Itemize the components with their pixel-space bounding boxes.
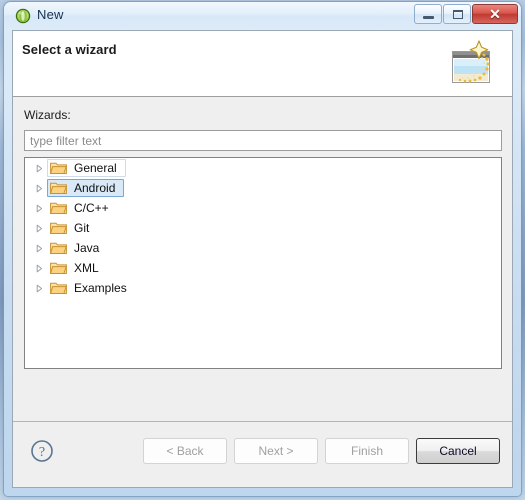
folder-icon	[50, 241, 67, 255]
folder-icon	[50, 181, 67, 195]
close-button[interactable]: ✕	[472, 4, 518, 24]
wizards-label: Wizards:	[24, 108, 71, 122]
tree-item-xml[interactable]: XML	[25, 258, 501, 278]
tree-item-content[interactable]: C/C++	[47, 199, 118, 217]
tree-item-git[interactable]: Git	[25, 218, 501, 238]
tree-item-c-c[interactable]: C/C++	[25, 198, 501, 218]
dialog-window: New ✕ Select a wizard Wizards: type filt…	[4, 2, 521, 496]
tree-item-label: XML	[74, 261, 99, 275]
expand-arrow-icon[interactable]	[32, 178, 47, 198]
tree-item-content[interactable]: Java	[47, 239, 108, 257]
page-title: Select a wizard	[22, 42, 117, 57]
tree-item-label: Android	[74, 181, 116, 195]
minimize-icon	[423, 16, 434, 19]
tree-item-android[interactable]: Android	[25, 178, 501, 198]
filter-input[interactable]: type filter text	[24, 130, 502, 151]
tree-item-label: C/C++	[74, 201, 109, 215]
wizard-header: Select a wizard	[13, 31, 512, 97]
dialog-buttons: < Back Next > Finish Cancel	[143, 438, 500, 464]
expand-arrow-icon[interactable]	[32, 258, 47, 278]
tree-item-label: General	[74, 161, 117, 175]
minimize-button[interactable]	[414, 4, 442, 24]
dialog-footer: ? < Back Next > Finish Cancel	[13, 421, 512, 487]
question-mark-icon[interactable]: ?	[30, 439, 54, 463]
window-controls: ✕	[413, 4, 518, 24]
folder-icon	[50, 201, 67, 215]
finish-button: Finish	[325, 438, 409, 464]
eclipse-new-icon	[15, 8, 31, 24]
expand-arrow-icon[interactable]	[32, 278, 47, 298]
tree-item-label: Java	[74, 241, 100, 255]
tree-item-content[interactable]: Examples	[47, 279, 136, 297]
dialog-client-area: Select a wizard Wizards: type filter tex…	[12, 30, 513, 488]
wizard-sparkle-icon	[448, 37, 504, 93]
expand-arrow-icon[interactable]	[32, 158, 47, 178]
folder-icon	[50, 281, 67, 295]
svg-text:?: ?	[39, 445, 45, 460]
title-bar[interactable]: New ✕	[4, 2, 521, 30]
tree-item-general[interactable]: General	[25, 158, 501, 178]
tree-item-java[interactable]: Java	[25, 238, 501, 258]
next-button: Next >	[234, 438, 318, 464]
tree-item-label: Git	[74, 221, 90, 235]
cancel-button[interactable]: Cancel	[416, 438, 500, 464]
folder-icon	[50, 261, 67, 275]
window-title: New	[37, 7, 64, 22]
tree-item-label: Examples	[74, 281, 127, 295]
tree-item-content[interactable]: Android	[47, 179, 125, 197]
folder-icon	[50, 221, 67, 235]
back-button: < Back	[143, 438, 227, 464]
tree-item-examples[interactable]: Examples	[25, 278, 501, 298]
expand-arrow-icon[interactable]	[32, 198, 47, 218]
expand-arrow-icon[interactable]	[32, 238, 47, 258]
tree-item-content[interactable]: XML	[47, 259, 108, 277]
maximize-button[interactable]	[443, 4, 471, 24]
folder-icon	[50, 161, 67, 175]
desktop-background: New ✕ Select a wizard Wizards: type filt…	[0, 0, 525, 500]
close-icon: ✕	[489, 6, 501, 22]
tree-item-content[interactable]: Git	[47, 219, 98, 237]
expand-arrow-icon[interactable]	[32, 218, 47, 238]
wizard-tree[interactable]: General Android C/C++ Git Java XML Examples	[24, 157, 502, 369]
maximize-icon	[453, 10, 463, 19]
wizard-body: Wizards: type filter text General Android…	[13, 97, 512, 421]
tree-item-content[interactable]: General	[47, 159, 126, 177]
